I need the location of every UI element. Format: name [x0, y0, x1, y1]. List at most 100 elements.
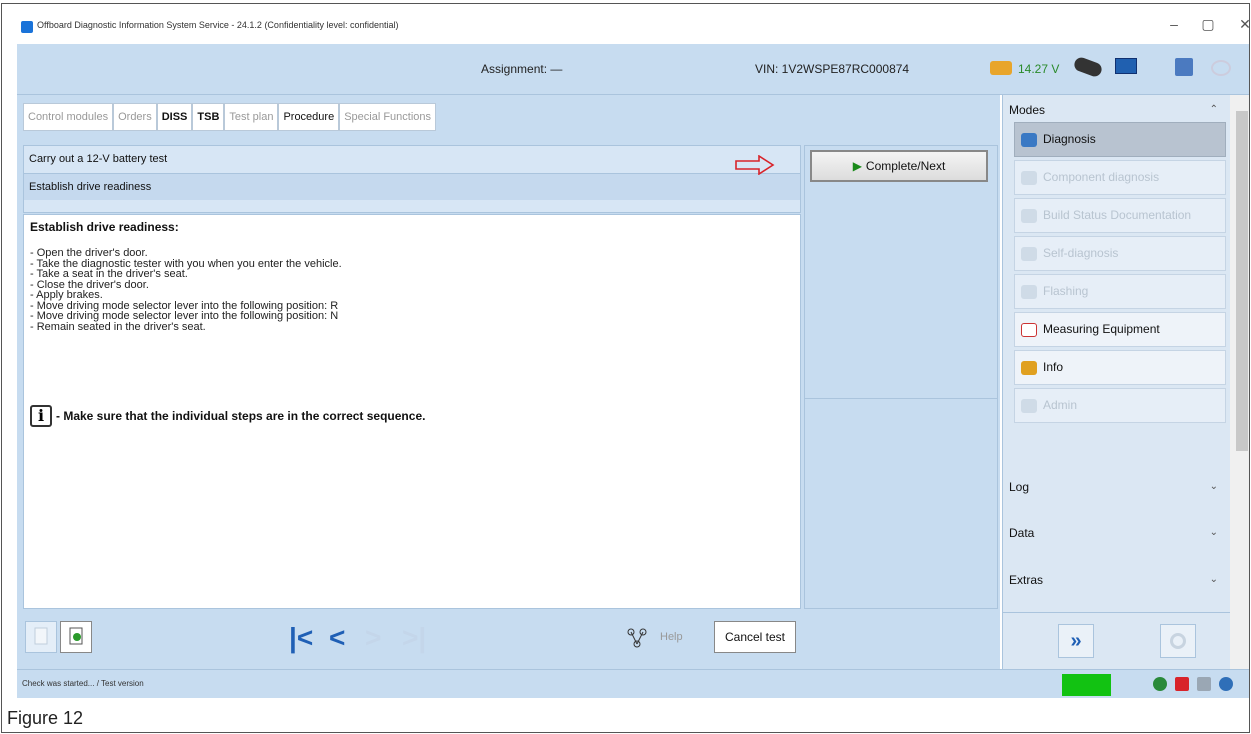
figure-caption: Figure 12 [7, 708, 84, 728]
add-document-button[interactable] [60, 621, 92, 653]
last-step-icon[interactable]: >| [402, 624, 426, 652]
tab-control-modules[interactable]: Control modules [23, 103, 114, 131]
odis-window: Offboard Diagnostic Information System S… [17, 10, 1249, 698]
mode-label: Measuring Equipment [1043, 322, 1160, 336]
document-button[interactable] [25, 621, 57, 653]
sidebar-bottom-bar: » [1003, 612, 1230, 669]
complete-next-button[interactable]: ▶ Complete/Next [810, 150, 988, 182]
window-title: Offboard Diagnostic Information System S… [37, 20, 399, 30]
previous-step-icon[interactable]: < [329, 624, 345, 652]
complete-next-label: Complete/Next [865, 159, 946, 173]
status-message: Check was started... / Test version [22, 679, 144, 688]
mode-label: Build Status Documentation [1043, 208, 1192, 222]
measuring-equipment-icon [1021, 323, 1037, 337]
tab-test-plan[interactable]: Test plan [224, 103, 279, 131]
exit-icon[interactable] [1175, 677, 1189, 691]
refresh-icon[interactable] [1153, 677, 1167, 691]
figure-frame: Offboard Diagnostic Information System S… [1, 3, 1250, 733]
minimize-button[interactable]: – [1164, 16, 1184, 32]
modes-sidebar: Modes ⌃ Diagnosis Component diagnosis Bu… [1002, 95, 1249, 669]
admin-icon [1021, 399, 1037, 413]
mode-label: Admin [1043, 398, 1078, 412]
add-document-icon [69, 627, 83, 645]
mode-label: Self-diagnosis [1043, 246, 1119, 260]
instruction-panel: Establish drive readiness: - Open the dr… [23, 214, 801, 609]
next-step-icon[interactable]: > [365, 624, 381, 652]
globe-icon[interactable] [1219, 677, 1233, 691]
mode-label: Diagnosis [1043, 132, 1096, 146]
instruction-line: - Close the driver's door. [30, 278, 149, 291]
settings-icon[interactable] [1197, 677, 1211, 691]
step-item[interactable]: Carry out a 12-V battery test [24, 146, 800, 173]
expand-icon: ⌄ [1209, 527, 1218, 538]
step-item-selected[interactable]: Establish drive readiness [24, 173, 800, 200]
instruction-line: - Open the driver's door. [30, 247, 148, 259]
main-pane: Control modules Orders DISS TSB Test pla… [17, 95, 1000, 669]
cancel-test-button[interactable]: Cancel test [714, 621, 796, 653]
expand-icon: ⌄ [1209, 481, 1218, 492]
self-diagnosis-icon [1021, 247, 1037, 261]
document-icon [34, 627, 48, 645]
odis-app-icon [21, 21, 33, 33]
instruction-line: - Take a seat in the driver's seat. [30, 268, 188, 280]
modes-header-label: Modes [1009, 103, 1046, 117]
sequence-notice: i - Make sure that the individual steps … [30, 405, 425, 427]
tab-diss[interactable]: DISS [156, 103, 193, 131]
maximize-button[interactable]: ▢ [1198, 16, 1218, 33]
sidebar-scrollbar[interactable] [1230, 95, 1249, 669]
extras-header[interactable]: Extras ⌄ [1003, 568, 1228, 592]
data-header[interactable]: Data ⌄ [1003, 521, 1228, 545]
mode-component-diagnosis[interactable]: Component diagnosis [1014, 160, 1226, 195]
tab-orders[interactable]: Orders [113, 103, 157, 131]
flashing-icon [1021, 285, 1037, 299]
status-bar: Check was started... / Test version [17, 669, 1249, 698]
vas-interface-icon[interactable] [1115, 58, 1137, 74]
close-button[interactable]: ✕ [1235, 16, 1249, 33]
scrollbar-thumb[interactable] [1236, 111, 1248, 451]
tab-bar: Control modules Orders DISS TSB Test pla… [23, 103, 437, 131]
diagnosis-icon [1021, 133, 1037, 147]
mode-measuring-equipment[interactable]: Measuring Equipment [1014, 312, 1226, 347]
mode-label: Flashing [1043, 284, 1089, 298]
play-icon: ▶ [852, 159, 862, 173]
title-bar: Offboard Diagnostic Information System S… [17, 10, 1249, 44]
network-icon[interactable] [1175, 58, 1193, 76]
action-column: ▶ Complete/Next [804, 145, 998, 609]
build-status-icon [1021, 209, 1037, 223]
first-step-icon[interactable]: |< [289, 624, 313, 652]
instruction-heading: Establish drive readiness: [30, 220, 179, 234]
mode-flashing[interactable]: Flashing [1014, 274, 1226, 309]
connection-status-icon [1211, 60, 1231, 76]
instruction-line: - Apply brakes. [30, 289, 103, 301]
tab-tsb[interactable]: TSB [192, 103, 225, 131]
component-diagnosis-icon [1021, 171, 1037, 185]
instruction-line: - Move driving mode selector lever into … [30, 310, 339, 322]
assignment-label: Assignment: — [481, 62, 563, 76]
log-header[interactable]: Log ⌄ [1003, 475, 1228, 499]
mode-self-diagnosis[interactable]: Self-diagnosis [1014, 236, 1226, 271]
mode-label: Component diagnosis [1043, 170, 1160, 184]
stop-icon [1170, 633, 1186, 649]
notice-text: - Make sure that the individual steps ar… [56, 409, 426, 423]
step-list: Carry out a 12-V battery test Establish … [23, 145, 801, 213]
info-icon: i [30, 405, 52, 427]
battery-icon [990, 61, 1012, 75]
instruction-lines: - Open the driver's door. - Take the dia… [30, 248, 794, 332]
log-header-label: Log [1009, 480, 1030, 494]
mode-admin[interactable]: Admin [1014, 388, 1226, 423]
forward-button[interactable]: » [1058, 624, 1094, 658]
mode-diagnosis[interactable]: Diagnosis [1014, 122, 1226, 157]
data-header-label: Data [1009, 526, 1035, 540]
help-button[interactable]: Help [660, 631, 683, 643]
mode-info[interactable]: Info [1014, 350, 1226, 385]
mode-build-status-documentation[interactable]: Build Status Documentation [1014, 198, 1226, 233]
bottom-toolbar: |< < > >| Help Cancel test [23, 615, 801, 659]
info-book-icon [1021, 361, 1037, 375]
tab-special-functions[interactable]: Special Functions [339, 103, 437, 131]
vin-label: VIN: 1V2WSPE87RC000874 [755, 62, 910, 76]
expand-icon: ⌄ [1209, 574, 1218, 585]
stop-button[interactable] [1160, 624, 1196, 658]
modes-header[interactable]: Modes ⌃ [1003, 98, 1228, 122]
tab-procedure[interactable]: Procedure [278, 103, 340, 131]
network-topology-icon[interactable] [626, 627, 648, 649]
